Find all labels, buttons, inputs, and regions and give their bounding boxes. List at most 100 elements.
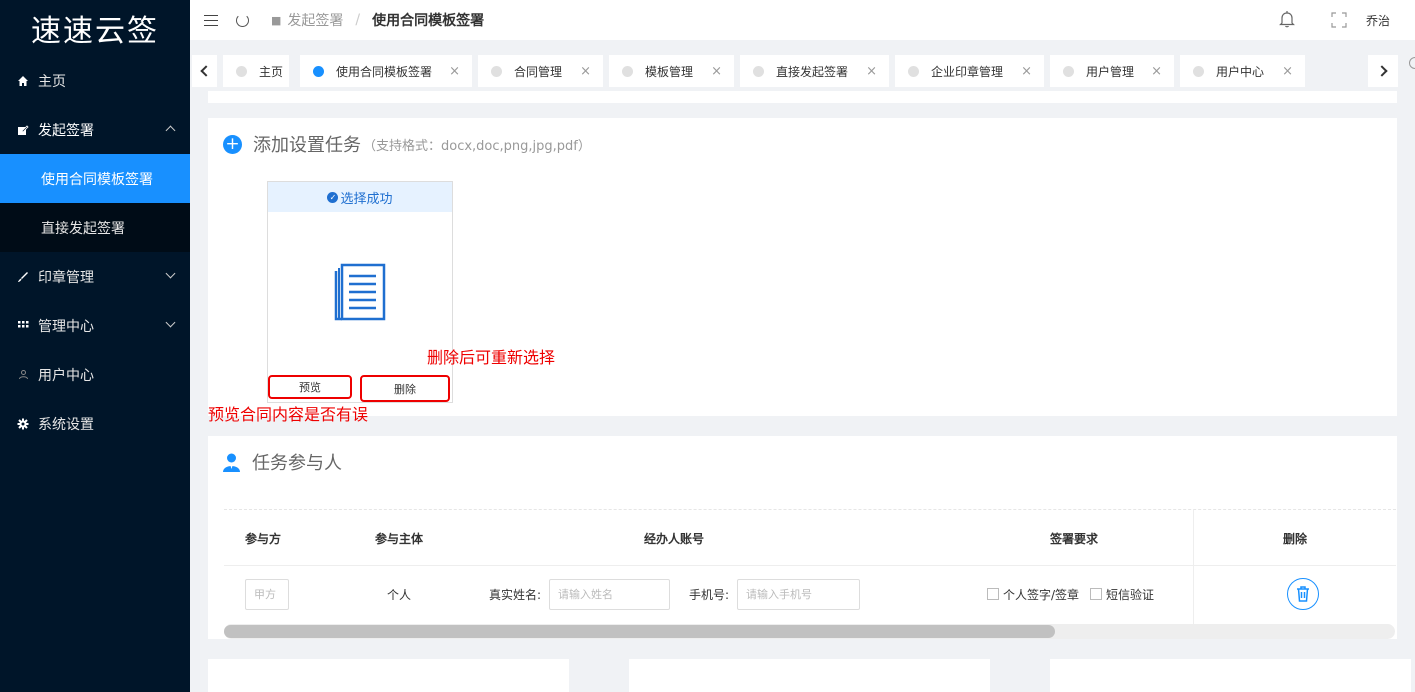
edit-icon xyxy=(16,123,30,137)
bottom-card xyxy=(1050,659,1411,692)
table-header: 参与方 参与主体 经办人账号 签署要求 删除 xyxy=(224,510,1396,566)
subject-value: 个人 xyxy=(387,587,412,602)
participants-card: 任务参与人 参与方 参与主体 经办人账号 签署要求 删除 甲方 个人 真实姓名:… xyxy=(208,436,1397,639)
table-row: 甲方 个人 真实姓名: 请输入姓名 手机号: 请输入手机号 个人签字/签章 短信… xyxy=(224,566,1396,624)
signature-checkbox-label: 个人签字/签章 xyxy=(1003,587,1080,602)
tab-label: 使用合同模板签署 xyxy=(336,64,433,79)
close-icon[interactable]: × xyxy=(1021,64,1032,79)
column-header: 签署要求 xyxy=(1050,531,1099,546)
sidebar-item-seal[interactable]: 印章管理 xyxy=(0,252,190,301)
tab-dot xyxy=(1193,65,1204,77)
column-header: 删除 xyxy=(1283,531,1308,546)
participants-title: 任务参与人 xyxy=(252,453,342,474)
sidebar-item-label: 用户中心 xyxy=(38,367,94,384)
check-circle-icon: ✓ xyxy=(327,191,339,203)
fullscreen-icon[interactable] xyxy=(1331,12,1347,28)
close-icon[interactable]: × xyxy=(580,64,591,79)
sidebar-item-template-sign[interactable]: 使用合同模板签署 xyxy=(0,154,190,203)
sidebar-item-sign[interactable]: 发起签署 xyxy=(0,105,190,154)
tab-seal-manage[interactable]: 企业印章管理 × xyxy=(895,55,1044,87)
upload-status: ✓ 选择成功 xyxy=(268,182,452,212)
participants-table: 参与方 参与主体 经办人账号 签署要求 删除 甲方 个人 真实姓名: 请输入姓名… xyxy=(224,509,1396,625)
tab-template-manage[interactable]: 模板管理 × xyxy=(609,55,734,87)
home-icon xyxy=(16,74,30,88)
close-icon[interactable]: × xyxy=(866,64,877,79)
tab-label: 用户管理 xyxy=(1086,64,1135,79)
tabs-scroll-right-button[interactable] xyxy=(1368,55,1398,87)
sidebar-submenu-sign: 使用合同模板签署 直接发起签署 xyxy=(0,154,190,252)
upload-status-label: 选择成功 xyxy=(340,191,393,207)
sidebar-item-label: 主页 xyxy=(38,73,66,90)
sidebar-item-admin[interactable]: 管理中心 xyxy=(0,301,190,350)
breadcrumb-current: 使用合同模板签署 xyxy=(372,13,485,29)
sms-checkbox[interactable] xyxy=(1090,588,1102,600)
section-title: + 添加设置任务 （支持格式：docx,doc,png,jpg,pdf） xyxy=(223,131,591,157)
edit-icon: ■ xyxy=(271,13,282,27)
tab-label: 模板管理 xyxy=(645,64,694,79)
sidebar-item-direct-sign[interactable]: 直接发起签署 xyxy=(0,203,190,252)
tab-dot xyxy=(908,65,919,77)
tab-user-center[interactable]: 用户中心 × xyxy=(1180,55,1305,87)
sidebar-item-label: 印章管理 xyxy=(38,269,94,286)
bell-icon[interactable] xyxy=(1279,10,1295,28)
add-task-card: + 添加设置任务 （支持格式：docx,doc,png,jpg,pdf） ✓ 选… xyxy=(208,118,1397,424)
supported-formats: （支持格式：docx,doc,png,jpg,pdf） xyxy=(363,138,591,154)
tab-label: 企业印章管理 xyxy=(931,64,1004,79)
close-icon[interactable]: × xyxy=(1151,64,1162,79)
scrollbar-thumb[interactable] xyxy=(224,625,1055,638)
close-all-icon[interactable] xyxy=(1409,57,1415,69)
sidebar-item-settings[interactable]: 系统设置 xyxy=(0,399,190,448)
close-icon[interactable]: × xyxy=(1282,64,1293,79)
tab-dot xyxy=(622,65,633,77)
tab-template-sign[interactable]: 使用合同模板签署 × xyxy=(300,55,472,87)
sidebar: 速速云签 主页 发起签署 使用合同模板签署 直接发起签署 印章管理 管理中心 用… xyxy=(0,0,190,692)
gear-icon xyxy=(16,417,30,431)
name-label: 真实姓名: xyxy=(489,587,542,602)
tab-label: 用户中心 xyxy=(1216,64,1265,79)
sidebar-item-user-center[interactable]: 用户中心 xyxy=(0,350,190,399)
brush-icon xyxy=(16,270,30,284)
close-icon[interactable]: × xyxy=(711,64,722,79)
document-icon xyxy=(333,262,389,326)
phone-input[interactable]: 请输入手机号 xyxy=(737,578,860,610)
bottom-card xyxy=(629,659,990,692)
user-name[interactable]: 乔治 xyxy=(1366,12,1390,29)
sidebar-item-label: 发起签署 xyxy=(38,122,94,139)
tab-dot xyxy=(1063,65,1074,77)
annotation-preview-note: 预览合同内容是否有误 xyxy=(208,405,369,424)
chevron-down-icon xyxy=(165,317,176,328)
tab-home[interactable]: 主页 xyxy=(223,55,289,87)
phone-label: 手机号: xyxy=(689,587,730,602)
refresh-icon[interactable] xyxy=(236,13,249,27)
grid-icon xyxy=(16,319,30,333)
horizontal-scrollbar[interactable] xyxy=(224,624,1395,639)
user-icon xyxy=(16,368,30,382)
tab-label: 直接发起签署 xyxy=(776,64,849,79)
annotation-delete-note: 删除后可重新选择 xyxy=(427,348,556,367)
signature-checkbox[interactable] xyxy=(987,588,999,600)
column-header: 经办人账号 xyxy=(644,531,705,546)
tab-direct-sign[interactable]: 直接发起签署 × xyxy=(740,55,889,87)
breadcrumb-item[interactable]: 发起签署 xyxy=(287,10,343,30)
preview-button[interactable]: 预览 xyxy=(268,375,352,399)
chevron-left-icon xyxy=(200,65,212,77)
top-header: ■ 发起签署 / 使用合同模板签署 乔治 xyxy=(190,0,1415,40)
tab-label: 合同管理 xyxy=(514,64,563,79)
sidebar-item-home[interactable]: 主页 xyxy=(0,56,190,105)
person-icon xyxy=(223,453,240,472)
close-icon[interactable]: × xyxy=(449,64,460,79)
tab-user-manage[interactable]: 用户管理 × xyxy=(1050,55,1174,87)
section-title: 任务参与人 xyxy=(223,449,342,475)
delete-file-button[interactable]: 删除 xyxy=(360,375,450,402)
delete-row-button[interactable] xyxy=(1287,578,1319,610)
app-logo: 速速云签 xyxy=(31,14,159,49)
chevron-up-icon xyxy=(165,125,176,136)
breadcrumb-separator: / xyxy=(355,12,361,28)
party-input[interactable]: 甲方 xyxy=(245,578,289,610)
tabs-bar: 主页 使用合同模板签署 × 合同管理 × 模板管理 × 直接发起签署 × 企业印… xyxy=(190,51,1415,89)
tab-label: 主页 xyxy=(259,64,284,79)
name-input[interactable]: 请输入姓名 xyxy=(549,578,670,610)
tab-contract-manage[interactable]: 合同管理 × xyxy=(478,55,603,87)
tabs-scroll-left-button[interactable] xyxy=(192,55,217,87)
menu-toggle-icon[interactable] xyxy=(204,14,218,26)
